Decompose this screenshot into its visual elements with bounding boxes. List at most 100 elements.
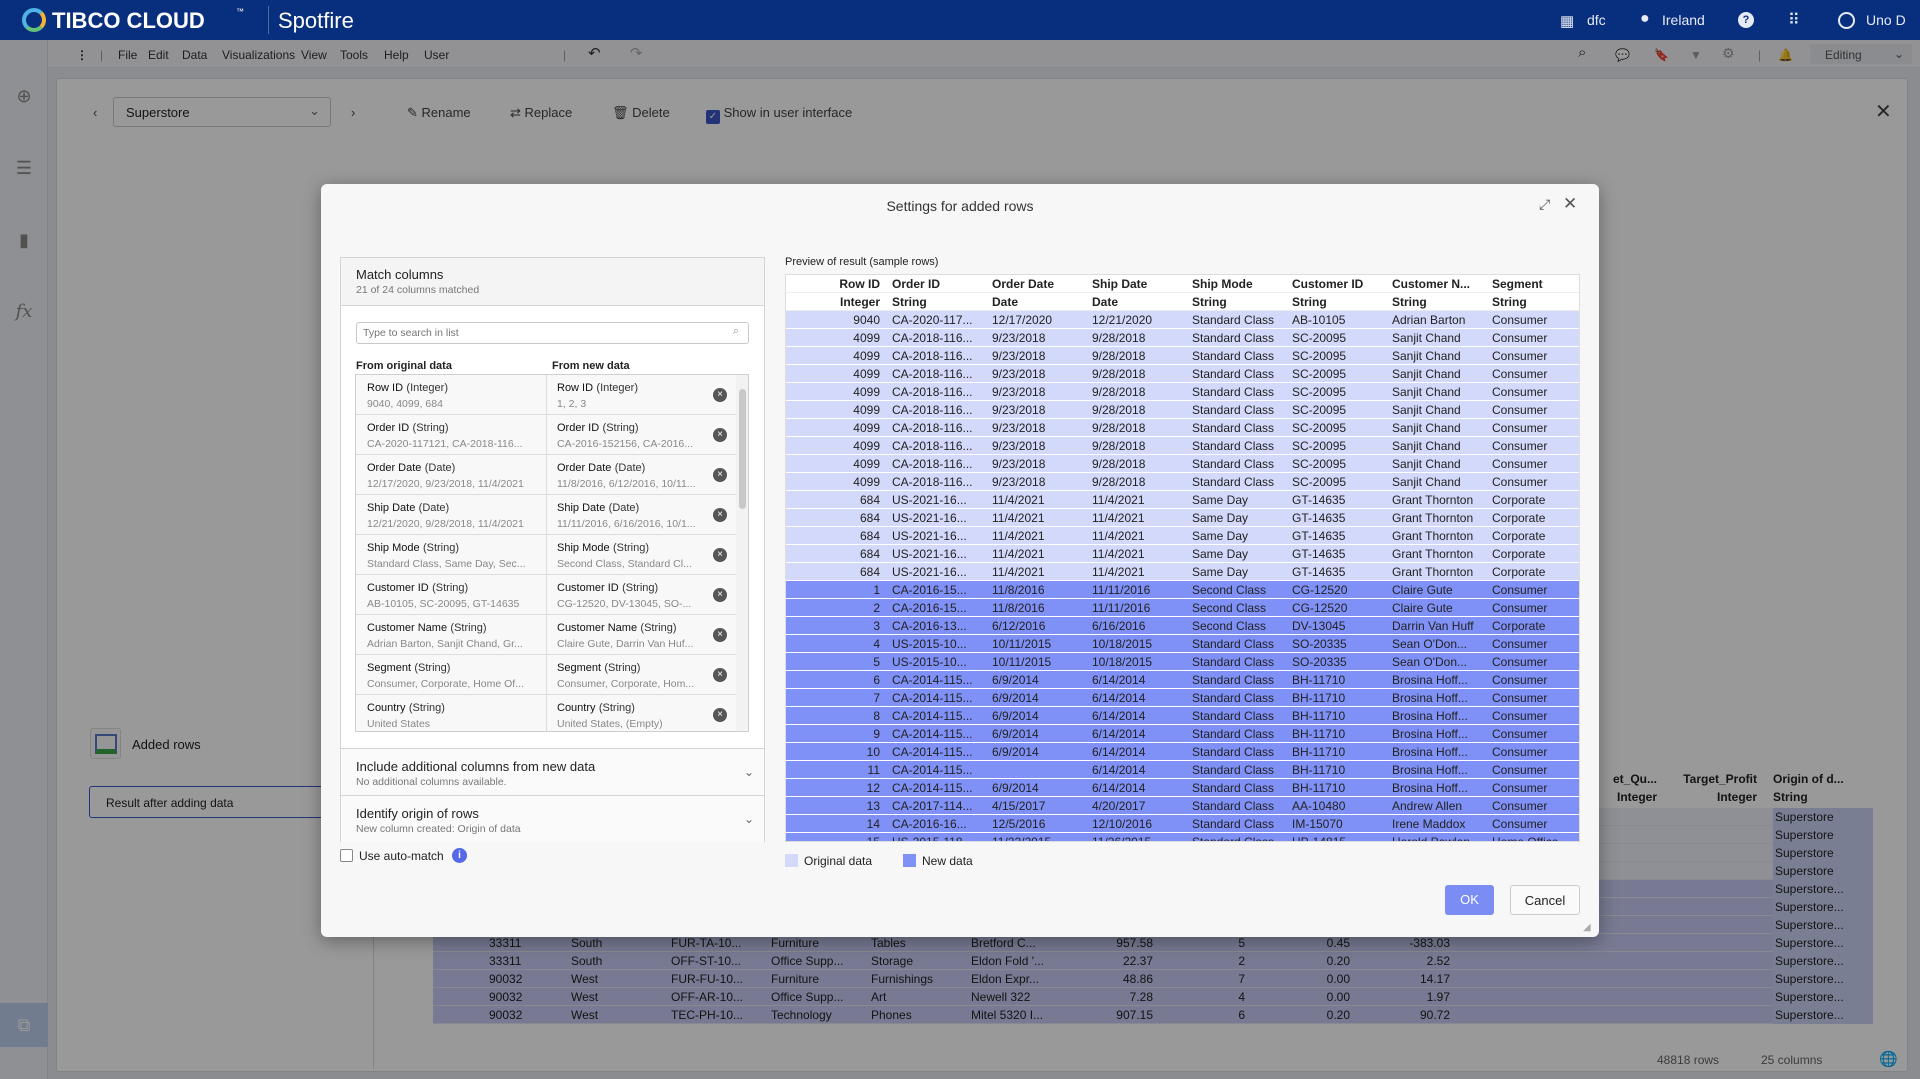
column-match-row[interactable]: Customer Name (String) Adrian Barton, San…	[356, 615, 736, 655]
preview-cell: Standard Class	[1192, 349, 1275, 363]
preview-column-header[interactable]: String	[888, 295, 988, 309]
column-match-row[interactable]: Row ID (Integer) 9040, 4099, 684 Row ID (I…	[356, 375, 736, 415]
apps-grid-icon[interactable]: ⠿	[1788, 10, 1800, 30]
preview-cell: 11/22/2015	[992, 835, 1052, 842]
org-name[interactable]: dfc	[1587, 12, 1606, 28]
preview-cell: CA-2018-116...	[892, 421, 973, 435]
preview-cell: CA-2014-115...	[892, 745, 973, 759]
cancel-button[interactable]: Cancel	[1510, 885, 1580, 915]
match-columns-header[interactable]: Match columns 21 of 24 columns matched	[341, 258, 764, 306]
preview-cell: Sanjit Chand	[1392, 349, 1461, 363]
preview-column-header[interactable]: Segment	[1488, 277, 1579, 291]
new-data-row: 2 CA-2016-15... 11/8/2016 11/11/2016 Second …	[786, 599, 1579, 617]
help-icon[interactable]: ?	[1738, 12, 1754, 28]
preview-cell: 11/8/2016	[992, 583, 1045, 597]
remove-match-icon[interactable]: ×	[713, 708, 727, 722]
preview-cell: Brosina Hoff...	[1392, 727, 1468, 741]
preview-cell: 6/14/2014	[1092, 763, 1146, 777]
product-name: Spotfire	[278, 8, 354, 33]
preview-cell: 11/11/2016	[1092, 601, 1151, 615]
remove-match-icon[interactable]: ×	[713, 428, 727, 442]
preview-cell: 9/28/2018	[1092, 403, 1146, 417]
identify-origin-section[interactable]: Identify origin of rows New column creat…	[341, 795, 764, 842]
preview-cell: 1	[873, 583, 880, 597]
remove-match-icon[interactable]: ×	[713, 628, 727, 642]
preview-cell: 9/28/2018	[1092, 457, 1146, 471]
new-data-row: 5 US-2015-10... 10/11/2015 10/18/2015 Standa…	[786, 653, 1579, 671]
preview-column-header[interactable]: Order ID	[888, 277, 988, 291]
close-icon[interactable]: ✕	[1563, 194, 1577, 214]
preview-column-header[interactable]: String	[1188, 295, 1288, 309]
preview-column-header[interactable]: Date	[988, 295, 1088, 309]
preview-cell: Grant Thornton	[1392, 493, 1474, 507]
maximize-icon[interactable]: ⤢	[1539, 196, 1550, 213]
preview-cell: GT-14635	[1292, 565, 1346, 579]
preview-cell: Standard Class	[1192, 763, 1275, 777]
remove-match-icon[interactable]: ×	[713, 588, 727, 602]
column-sample-values: CG-12520, DV-13045, SO-...	[557, 598, 692, 610]
column-match-row[interactable]: Ship Mode (String) Standard Class, Same D…	[356, 535, 736, 575]
original-data-row: 684 US-2021-16... 11/4/2021 11/4/2021 Same D…	[786, 491, 1579, 509]
ok-button[interactable]: OK	[1445, 885, 1494, 915]
remove-match-icon[interactable]: ×	[713, 668, 727, 682]
new-data-row: 3 CA-2016-13... 6/12/2016 6/16/2016 Second C…	[786, 617, 1579, 635]
preview-cell: Standard Class	[1192, 385, 1275, 399]
scrollbar-thumb[interactable]	[739, 389, 746, 509]
preview-cell: 9/23/2018	[992, 349, 1046, 363]
divider	[546, 455, 547, 495]
column-match-row[interactable]: Order Date (Date) 12/17/2020, 9/23/2018, …	[356, 455, 736, 495]
preview-column-header[interactable]: Customer N...	[1388, 277, 1488, 291]
building-icon: ▦	[1560, 13, 1575, 30]
preview-title: Preview of result (sample rows)	[785, 256, 939, 268]
preview-column-header[interactable]: Ship Date	[1088, 277, 1188, 291]
preview-column-header[interactable]: String	[1388, 295, 1488, 309]
column-match-row[interactable]: Order ID (String) CA-2020-117121, CA-2018…	[356, 415, 736, 455]
preview-column-header[interactable]: Customer ID	[1288, 277, 1388, 291]
preview-cell: 6/14/2014	[1092, 727, 1146, 741]
preview-cell: 13	[866, 799, 880, 813]
user-icon[interactable]	[1838, 12, 1855, 29]
user-name[interactable]: Uno D	[1866, 12, 1906, 28]
preview-cell: 6/9/2014	[992, 709, 1039, 723]
include-columns-section[interactable]: Include additional columns from new data…	[341, 748, 764, 795]
original-column: Customer Name (String) Adrian Barton, San…	[367, 620, 547, 650]
preview-column-header[interactable]: Order Date	[988, 277, 1088, 291]
preview-column-header[interactable]: String	[1488, 295, 1579, 309]
search-input[interactable]	[356, 322, 749, 344]
scrollbar[interactable]	[736, 375, 748, 731]
preview-column-header[interactable]: Integer	[786, 295, 888, 309]
column-type: (String)	[422, 542, 459, 554]
column-match-row[interactable]: Customer ID (String) AB-10105, SC-20095, …	[356, 575, 736, 615]
resize-handle-icon[interactable]: ◢	[1583, 922, 1591, 933]
preview-column-header[interactable]: Row ID	[786, 277, 888, 291]
preview-cell: 6/14/2014	[1092, 781, 1146, 795]
new-column: Order Date (Date) 11/8/2016, 6/12/2016, 1…	[557, 460, 707, 490]
preview-column-header[interactable]: Ship Mode	[1188, 277, 1288, 291]
preview-cell: Claire Gute	[1392, 583, 1453, 597]
column-name: Country	[367, 702, 406, 714]
region-name[interactable]: Ireland	[1662, 12, 1705, 28]
auto-match-label[interactable]: Use auto-match	[359, 849, 444, 863]
column-match-row[interactable]: Segment (String) Consumer, Corporate, Hom…	[356, 655, 736, 695]
new-column-header: From new data	[552, 360, 630, 372]
preview-column-header[interactable]: String	[1288, 295, 1388, 309]
auto-match-checkbox[interactable]	[340, 849, 353, 862]
preview-column-header[interactable]: Date	[1088, 295, 1188, 309]
remove-match-icon[interactable]: ×	[713, 508, 727, 522]
chevron-down-icon: ⌄	[743, 765, 754, 779]
remove-match-icon[interactable]: ×	[713, 388, 727, 402]
new-column-name: Customer Name (String)	[557, 620, 707, 634]
preview-cell: 12/21/2020	[1092, 313, 1153, 327]
preview-cell: Brosina Hoff...	[1392, 673, 1468, 687]
column-match-row[interactable]: Ship Date (Date) 12/21/2020, 9/28/2018, 1…	[356, 495, 736, 535]
preview-cell: Corporate	[1492, 619, 1546, 633]
remove-match-icon[interactable]: ×	[713, 468, 727, 482]
info-icon[interactable]: i	[452, 848, 467, 863]
preview-cell: Adrian Barton	[1392, 313, 1466, 327]
preview-cell: 9040	[853, 313, 880, 327]
preview-cell: Sanjit Chand	[1392, 385, 1461, 399]
remove-match-icon[interactable]: ×	[713, 548, 727, 562]
column-type: (String)	[602, 422, 639, 434]
preview-cell: US-2021-16...	[892, 511, 967, 525]
column-match-row[interactable]: Country (String) United States Country (St…	[356, 695, 736, 731]
